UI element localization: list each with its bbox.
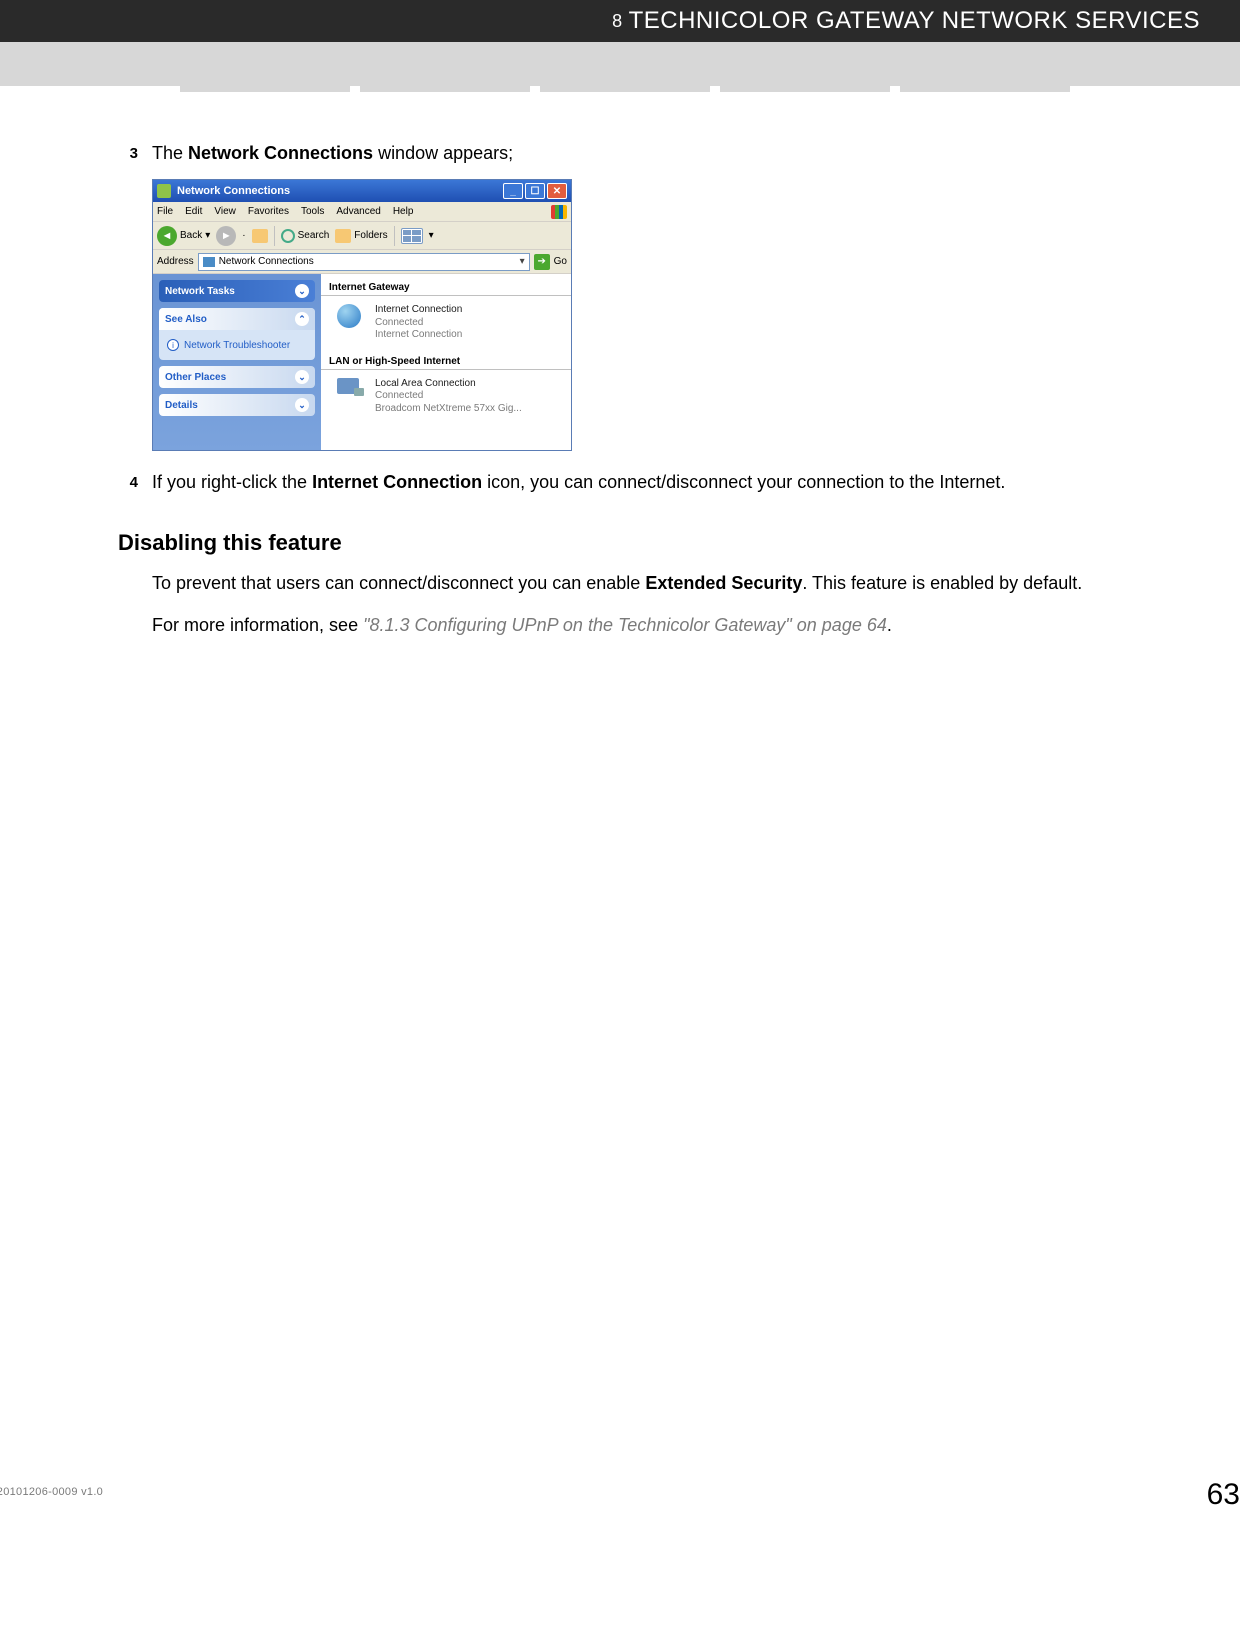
info-icon: i (167, 339, 179, 351)
step-text: The Network Connections window appears; (152, 140, 1200, 167)
maximize-button[interactable]: ☐ (525, 183, 545, 199)
window-title: Network Connections (177, 185, 290, 197)
toolbar: ◄ Back ▾ ► · Search Folders ▾ (153, 222, 571, 250)
chevron-icon: ⌃ (295, 312, 309, 326)
menu-advanced[interactable]: Advanced (336, 206, 380, 217)
windows-flag-icon (551, 205, 567, 219)
location-icon (203, 257, 215, 267)
cross-reference-link[interactable]: "8.1.3 Configuring UPnP on the Technicol… (363, 615, 887, 635)
step-3: 3 The Network Connections window appears… (120, 140, 1200, 167)
step-number: 3 (120, 140, 138, 167)
para-extended-security: To prevent that users can connect/discon… (152, 570, 1200, 598)
other-places-header[interactable]: Other Places ⌄ (159, 366, 315, 388)
chapter-title: TECHNICOLOR GATEWAY NETWORK SERVICES (629, 7, 1200, 35)
forward-button[interactable]: ► (216, 226, 236, 246)
address-input[interactable]: Network Connections ▾ (198, 253, 530, 271)
window-title-bar: Network Connections _ ☐ ✕ (153, 180, 571, 202)
group-lan: LAN or High-Speed Internet (321, 352, 571, 370)
search-button[interactable]: Search (281, 229, 330, 243)
menu-favorites[interactable]: Favorites (248, 206, 289, 217)
back-icon: ◄ (157, 226, 177, 246)
step-number: 4 (120, 469, 138, 496)
step-4: 4 If you right-click the Internet Connec… (120, 469, 1200, 496)
network-tasks-box: Network Tasks ⌄ (159, 280, 315, 302)
up-folder-button[interactable] (252, 229, 268, 243)
address-label: Address (157, 256, 194, 267)
chevron-icon: ⌄ (295, 398, 309, 412)
globe-icon (337, 304, 367, 330)
minimize-button[interactable]: _ (503, 183, 523, 199)
common-tasks-pane: Network Tasks ⌄ See Also ⌃ i Network Tro… (153, 274, 321, 450)
network-troubleshooter-link[interactable]: i Network Troubleshooter (167, 336, 307, 354)
search-icon (281, 229, 295, 243)
network-tasks-header[interactable]: Network Tasks ⌄ (159, 280, 315, 302)
internet-connection-item[interactable]: Internet Connection Connected Internet C… (321, 300, 571, 352)
tab-decor (180, 80, 350, 92)
see-also-box: See Also ⌃ i Network Troubleshooter (159, 308, 315, 360)
details-box: Details ⌄ (159, 394, 315, 416)
bold-term: Network Connections (188, 143, 373, 163)
other-places-box: Other Places ⌄ (159, 366, 315, 388)
menu-bar: File Edit View Favorites Tools Advanced … (153, 202, 571, 222)
menu-edit[interactable]: Edit (185, 206, 202, 217)
folders-icon (335, 229, 351, 243)
bold-term: Extended Security (645, 573, 802, 593)
section-heading: Disabling this feature (118, 530, 1200, 556)
tab-decor (900, 80, 1070, 92)
dropdown-arrow-icon: ▾ (520, 256, 525, 267)
lan-connection-item[interactable]: Local Area Connection Connected Broadcom… (321, 374, 571, 426)
menu-help[interactable]: Help (393, 206, 414, 217)
see-also-header[interactable]: See Also ⌃ (159, 308, 315, 330)
menu-tools[interactable]: Tools (301, 206, 324, 217)
chapter-number: 8 (612, 11, 623, 32)
document-id: DMS-CTC-20101206-0009 v1.0 (0, 1486, 103, 1498)
dropdown-arrow-icon: ▾ (205, 230, 210, 241)
go-button[interactable]: ➔ (534, 254, 550, 270)
menu-view[interactable]: View (214, 206, 236, 217)
window-icon (157, 184, 171, 198)
chevron-icon: ⌄ (295, 284, 309, 298)
bold-term: Internet Connection (312, 472, 482, 492)
close-button[interactable]: ✕ (547, 183, 567, 199)
group-internet-gateway: Internet Gateway (321, 278, 571, 296)
step-text: If you right-click the Internet Connecti… (152, 469, 1200, 496)
chevron-icon: ⌄ (295, 370, 309, 384)
details-header[interactable]: Details ⌄ (159, 394, 315, 416)
dropdown-arrow-icon: ▾ (429, 230, 434, 241)
address-bar: Address Network Connections ▾ ➔ Go (153, 250, 571, 274)
menu-file[interactable]: File (157, 206, 173, 217)
tab-decor (720, 80, 890, 92)
chapter-header: 8 TECHNICOLOR GATEWAY NETWORK SERVICES (0, 0, 1240, 42)
views-button[interactable] (401, 228, 423, 244)
page-number: 63 (1207, 1478, 1240, 1512)
folders-button[interactable]: Folders (335, 229, 387, 243)
tab-decor (540, 80, 710, 92)
back-button[interactable]: ◄ Back ▾ (157, 226, 210, 246)
nic-icon (337, 378, 367, 404)
connections-list: Internet Gateway Internet Connection Con… (321, 274, 571, 450)
para-more-info: For more information, see "8.1.3 Configu… (152, 612, 1200, 640)
tab-decor (360, 80, 530, 92)
tab-decor-row (0, 80, 1240, 92)
network-connections-window: Network Connections _ ☐ ✕ File Edit View… (152, 179, 572, 451)
